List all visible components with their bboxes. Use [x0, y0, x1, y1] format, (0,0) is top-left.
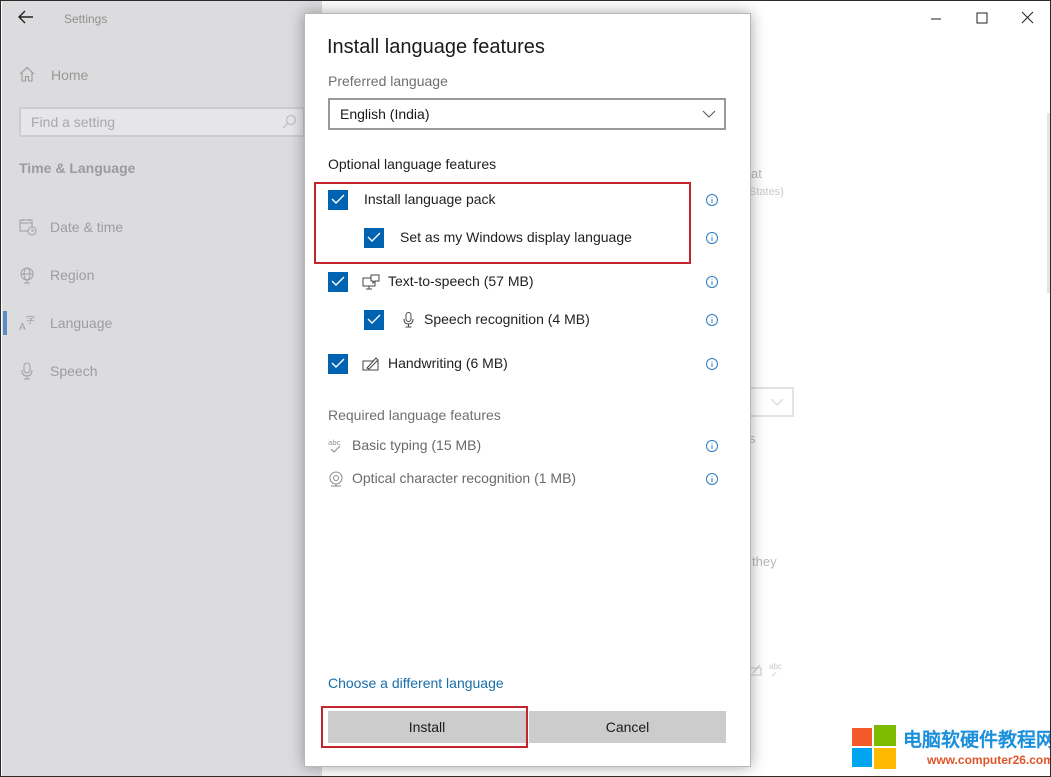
feature-label: Install language pack — [364, 191, 496, 207]
watermark-url: www.computer26.com — [927, 753, 1051, 767]
feature-install-language-pack: Install language pack — [328, 189, 728, 211]
feature-basic-typing: abc Basic typing (15 MB) — [328, 435, 728, 457]
checkbox-install-language-pack[interactable] — [328, 190, 348, 210]
feature-label: Text-to-speech (57 MB) — [388, 273, 534, 289]
feature-set-display-language: Set as my Windows display language — [328, 227, 728, 249]
dialog-title: Install language features — [327, 36, 545, 58]
home-icon — [19, 66, 37, 84]
checkmark-icon — [331, 194, 345, 204]
background-text: at — [751, 166, 762, 181]
scrollbar[interactable] — [1047, 113, 1050, 293]
sidebar-label: Language — [50, 315, 113, 331]
info-icon[interactable] — [705, 439, 719, 453]
search-input[interactable]: Find a setting — [19, 107, 305, 137]
chevron-down-icon — [770, 398, 784, 406]
microphone-icon — [19, 362, 37, 380]
sidebar-label: Date & time — [50, 219, 124, 235]
search-icon — [281, 114, 297, 130]
minimize-icon — [931, 18, 941, 20]
feature-label: Optical character recognition (1 MB) — [352, 470, 577, 486]
background-text: they — [752, 554, 777, 569]
feature-ocr: Optical character recognition (1 MB) — [328, 468, 728, 490]
checkmark-icon — [367, 314, 381, 324]
checkbox-text-to-speech[interactable] — [328, 272, 348, 292]
info-icon[interactable] — [705, 357, 719, 371]
sidebar-label: Region — [50, 267, 95, 283]
watermark: 电脑软硬件教程网 www.computer26.com — [845, 719, 1050, 775]
info-icon[interactable] — [705, 193, 719, 207]
back-button[interactable] — [18, 9, 38, 27]
search-placeholder: Find a setting — [31, 114, 116, 130]
active-indicator — [3, 311, 7, 335]
info-icon[interactable] — [705, 313, 719, 327]
checkmark-icon — [331, 358, 345, 368]
chevron-down-icon — [702, 110, 716, 118]
info-icon[interactable] — [705, 231, 719, 245]
maximize-button[interactable] — [971, 7, 993, 29]
feature-handwriting: Handwriting (6 MB) — [328, 353, 728, 375]
svg-text:字: 字 — [26, 314, 35, 326]
feature-text-to-speech: Text-to-speech (57 MB) — [328, 271, 728, 293]
install-button[interactable]: Install — [328, 711, 526, 743]
feature-label: Handwriting (6 MB) — [388, 355, 508, 371]
sidebar-item-home[interactable]: Home — [19, 65, 88, 85]
svg-text:A: A — [19, 322, 26, 332]
choose-different-language-link[interactable]: Choose a different language — [328, 675, 504, 691]
close-button[interactable] — [1017, 7, 1039, 29]
info-icon[interactable] — [705, 275, 719, 289]
section-title: Time & Language — [19, 160, 136, 176]
sidebar-item-language[interactable]: A字 Language — [19, 311, 112, 335]
back-arrow-icon — [18, 10, 33, 24]
preferred-language-value: English (India) — [340, 106, 430, 122]
checkbox-set-display-language[interactable] — [364, 228, 384, 248]
text-to-speech-icon — [362, 274, 380, 290]
handwriting-icon — [362, 356, 380, 372]
sidebar: Settings Home Find a setting Time & Lang… — [2, 1, 322, 776]
sidebar-item-date-time[interactable]: Date & time — [19, 215, 123, 239]
app-title: Settings — [64, 12, 108, 26]
microphone-icon — [400, 312, 418, 328]
sidebar-item-region[interactable]: Region — [19, 263, 94, 287]
settings-window: Settings Home Find a setting Time & Lang… — [0, 0, 1051, 777]
handwriting-icon — [749, 663, 763, 682]
ocr-icon — [328, 471, 346, 487]
feature-label: Speech recognition (4 MB) — [424, 311, 590, 327]
language-icon: A字 — [19, 314, 37, 333]
basic-typing-icon: abc ✓ — [769, 662, 782, 679]
checkbox-speech-recognition[interactable] — [364, 310, 384, 330]
watermark-title: 电脑软硬件教程网 — [903, 730, 1051, 751]
preferred-language-label: Preferred language — [328, 73, 448, 89]
install-language-dialog: Install language features Preferred lang… — [304, 13, 751, 767]
globe-icon — [19, 266, 37, 284]
feature-speech-recognition: Speech recognition (4 MB) — [328, 309, 728, 331]
required-features-label: Required language features — [328, 407, 501, 423]
cancel-button[interactable]: Cancel — [529, 711, 726, 743]
windows-logo-icon — [849, 723, 901, 771]
optional-features-label: Optional language features — [328, 156, 497, 172]
feature-label: Set as my Windows display language — [400, 229, 632, 245]
sidebar-label: Speech — [50, 363, 98, 379]
sidebar-item-speech[interactable]: Speech — [19, 359, 97, 383]
checkbox-handwriting[interactable] — [328, 354, 348, 374]
minimize-button[interactable] — [925, 7, 947, 29]
calendar-clock-icon — [19, 218, 37, 236]
preferred-language-select[interactable]: English (India) — [328, 98, 726, 130]
basic-typing-icon: abc — [328, 438, 346, 454]
checkmark-icon — [331, 276, 345, 286]
close-icon — [1021, 11, 1034, 24]
checkmark-icon — [367, 232, 381, 242]
info-icon[interactable] — [705, 472, 719, 486]
maximize-icon — [976, 12, 988, 24]
svg-text:abc: abc — [328, 439, 341, 447]
feature-label: Basic typing (15 MB) — [352, 437, 482, 453]
background-text: States) — [749, 186, 784, 198]
home-label: Home — [51, 67, 89, 83]
